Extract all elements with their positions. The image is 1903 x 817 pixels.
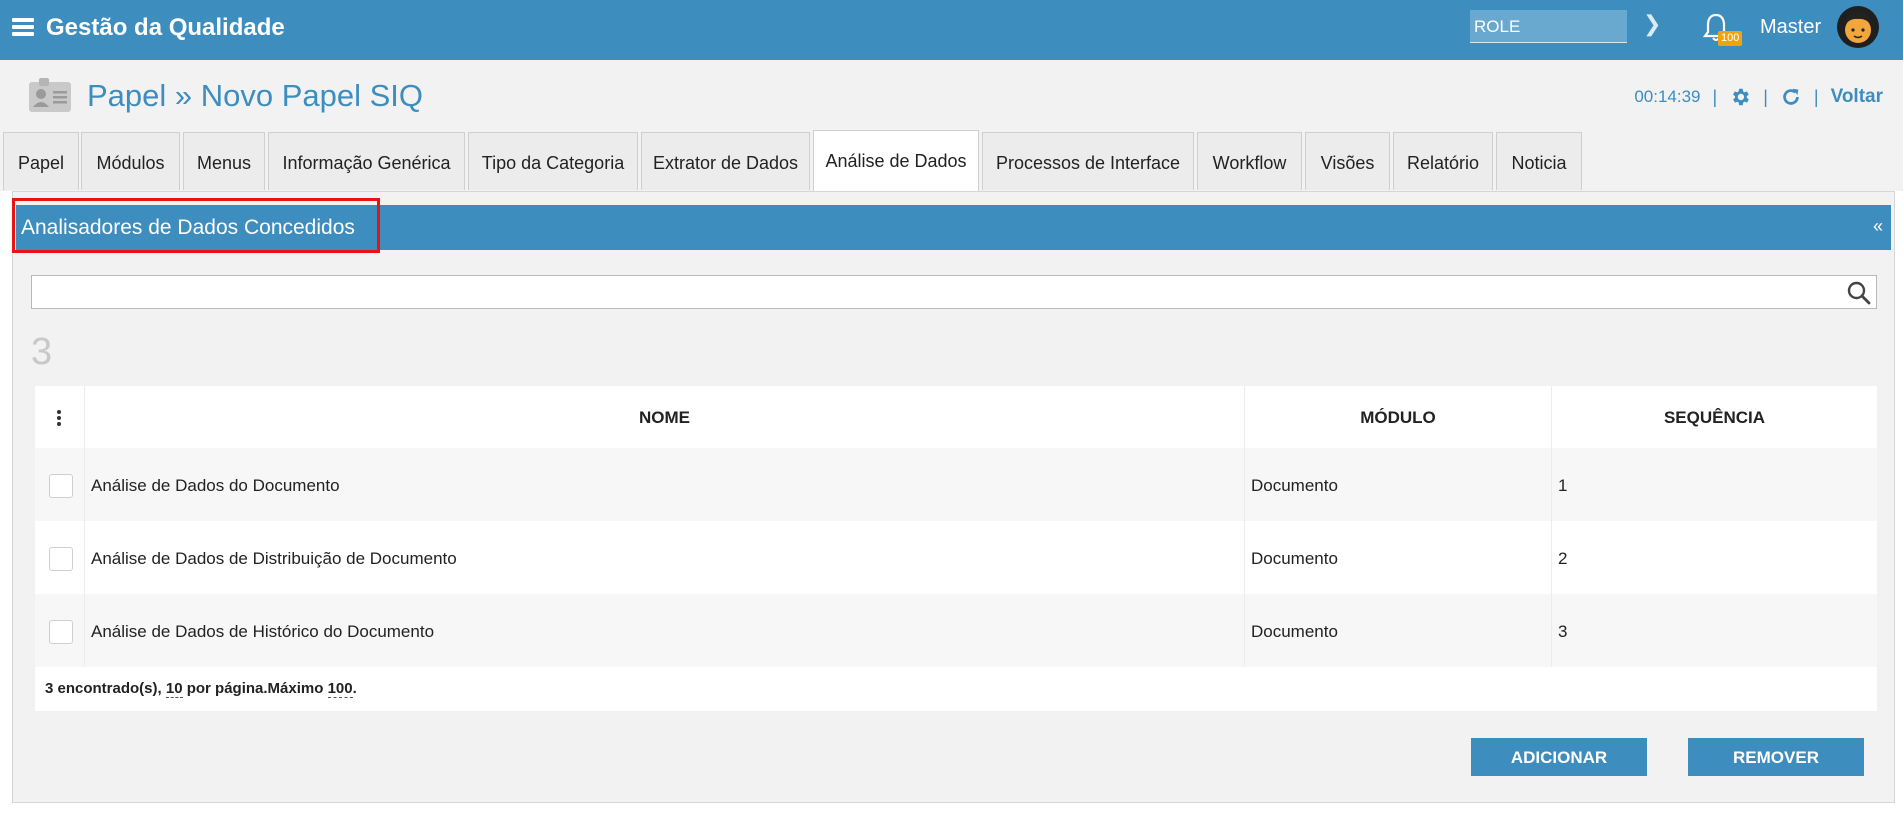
breadcrumb: Papel » Novo Papel SIQ [87, 78, 424, 113]
tab-papel[interactable]: Papel [3, 132, 79, 190]
row-checkbox[interactable] [49, 474, 73, 498]
tab-tipo-da-categoria[interactable]: Tipo da Categoria [468, 132, 638, 190]
table-row[interactable]: Análise de Dados de Distribuição de Docu… [35, 521, 1877, 594]
highlight-box [12, 198, 380, 253]
adicionar-button[interactable]: ADICIONAR [1471, 738, 1647, 776]
cell-sequencia: 1 [1558, 476, 1568, 495]
refresh-icon[interactable] [1780, 86, 1802, 108]
session-timer: 00:14:39 [1634, 87, 1701, 106]
search-icon[interactable] [1846, 280, 1872, 306]
tab-extrator-de-dados[interactable]: Extrator de Dados [641, 132, 810, 190]
header-actions: 00:14:39 | | | Voltar [1634, 82, 1883, 112]
page-header: Papel » Novo Papel SIQ 00:14:39 | | | Vo… [0, 60, 1903, 132]
cell-sequencia: 2 [1558, 549, 1568, 568]
cell-sequencia: 3 [1558, 622, 1568, 641]
user-name[interactable]: Master [1760, 15, 1821, 39]
column-header-modulo[interactable]: MÓDULO [1245, 386, 1552, 448]
menu-icon[interactable] [12, 18, 34, 36]
cell-nome: Análise de Dados de Distribuição de Docu… [85, 521, 1245, 594]
table-footer: 3 encontrado(s), 10 por página.Máximo 10… [35, 667, 1877, 711]
tab-analise-de-dados[interactable]: Análise de Dados [813, 130, 979, 192]
row-select-cell [35, 448, 85, 521]
per-page-text: por página.Máximo [186, 680, 324, 697]
column-options[interactable] [35, 386, 85, 448]
tab-relatorio[interactable]: Relatório [1393, 132, 1493, 190]
separator: | [1813, 86, 1819, 107]
notification-badge: 100 [1718, 31, 1743, 46]
found-count-text: 3 encontrado(s), [45, 680, 162, 697]
tab-informacao-generica[interactable]: Informação Genérica [268, 132, 465, 190]
cell-modulo: Documento [1245, 594, 1552, 667]
cell-modulo: Documento [1245, 521, 1552, 594]
max-value[interactable]: 100 [327, 680, 353, 698]
tab-menus[interactable]: Menus [183, 132, 265, 190]
cell-modulo: Documento [1245, 448, 1552, 521]
row-select-cell [35, 594, 85, 667]
table-row[interactable]: Análise de Dados do Documento Documento … [35, 448, 1877, 521]
remover-button[interactable]: REMOVER [1688, 738, 1864, 776]
column-header-sequencia[interactable]: SEQUÊNCIA [1552, 386, 1877, 448]
search-box [31, 275, 1877, 309]
row-checkbox[interactable] [49, 547, 73, 571]
row-checkbox[interactable] [49, 620, 73, 644]
analisadores-panel: Analisadores de Dados Concedidos « 3 NOM… [12, 191, 1895, 803]
tab-workflow[interactable]: Workflow [1197, 132, 1302, 190]
top-bar: Gestão da Qualidade ROLE ❯ 100 Master [0, 0, 1903, 60]
panel-header[interactable]: Analisadores de Dados Concedidos « [12, 198, 1891, 253]
role-selector[interactable]: ROLE [1470, 10, 1627, 43]
avatar[interactable] [1836, 5, 1880, 49]
tab-visoes[interactable]: Visões [1305, 132, 1390, 190]
table-header: NOME MÓDULO SEQUÊNCIA [35, 386, 1877, 448]
cell-nome: Análise de Dados de Histórico do Documen… [85, 594, 1245, 667]
separator: | [1712, 86, 1718, 107]
table-row[interactable]: Análise de Dados de Histórico do Documen… [35, 594, 1877, 667]
data-table: NOME MÓDULO SEQUÊNCIA Análise de Dados d… [35, 386, 1877, 711]
footer-period: . [352, 680, 357, 697]
app-title: Gestão da Qualidade [46, 14, 285, 41]
cell-nome: Análise de Dados do Documento [85, 448, 1245, 521]
chevron-right-icon[interactable]: ❯ [1643, 11, 1661, 37]
per-page-value[interactable]: 10 [165, 680, 183, 698]
tab-noticia[interactable]: Noticia [1496, 132, 1582, 190]
tab-bar: Papel Módulos Menus Informação Genérica … [0, 130, 1903, 192]
tab-processos-de-interface[interactable]: Processos de Interface [982, 132, 1194, 190]
kebab-icon[interactable] [57, 410, 61, 428]
column-header-nome[interactable]: NOME [85, 386, 1245, 448]
back-link[interactable]: Voltar [1831, 86, 1883, 108]
collapse-icon[interactable]: « [1873, 216, 1883, 237]
row-select-cell [35, 521, 85, 594]
search-input[interactable] [32, 276, 1832, 308]
gear-icon[interactable] [1729, 86, 1751, 108]
result-count: 3 [31, 331, 53, 373]
separator: | [1763, 86, 1768, 107]
tab-modulos[interactable]: Módulos [81, 132, 180, 190]
id-card-icon [29, 78, 71, 112]
